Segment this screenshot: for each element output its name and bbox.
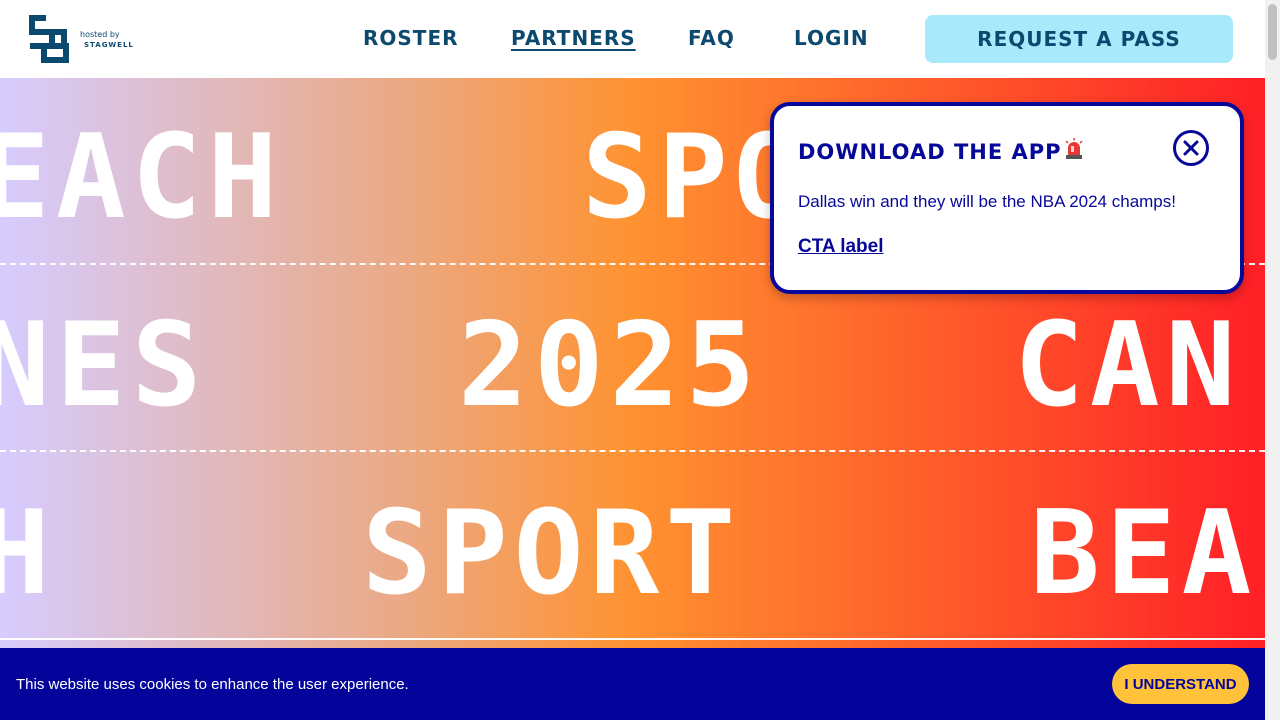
request-pass-button[interactable]: REQUEST A PASS — [925, 15, 1233, 63]
popup-message: Dallas win and they will be the NBA 2024… — [798, 192, 1176, 211]
nav-login[interactable]: LOGIN — [794, 26, 869, 50]
siren-icon — [1065, 138, 1083, 159]
scrollbar-thumb[interactable] — [1268, 4, 1277, 60]
download-app-popup: DOWNLOAD THE APP Dallas win and they wil… — [770, 102, 1244, 294]
host-brand: STAGWELL — [84, 41, 134, 49]
divider — [0, 450, 1265, 452]
scrollbar[interactable] — [1265, 0, 1280, 720]
popup-title: DOWNLOAD THE APP — [798, 140, 1062, 164]
hosted-by-label: hosted by — [80, 30, 120, 39]
cookie-banner: This website uses cookies to enhance the… — [0, 648, 1265, 720]
hero-word: H — [0, 486, 56, 621]
divider — [0, 638, 1265, 640]
hero-word: SPORT — [362, 486, 742, 621]
cookie-accept-button[interactable]: I UNDERSTAND — [1112, 664, 1249, 704]
hero-word: BEA — [1030, 486, 1258, 621]
hero-word: NES — [0, 298, 208, 433]
nav-faq[interactable]: FAQ — [688, 26, 735, 50]
popup-cta-link[interactable]: CTA label — [798, 236, 884, 258]
hero-word: EACH — [0, 110, 284, 245]
hero-word: CAN — [1014, 298, 1242, 433]
nav-partners[interactable]: PARTNERS — [511, 26, 636, 50]
close-icon[interactable] — [1173, 130, 1209, 166]
nav-roster[interactable]: ROSTER — [363, 26, 459, 50]
sb-logo[interactable] — [26, 14, 146, 64]
site-header: hosted by STAGWELL ROSTER PARTNERS FAQ L… — [0, 0, 1265, 78]
cookie-message: This website uses cookies to enhance the… — [16, 676, 409, 693]
hero-word: 2025 — [458, 298, 762, 433]
